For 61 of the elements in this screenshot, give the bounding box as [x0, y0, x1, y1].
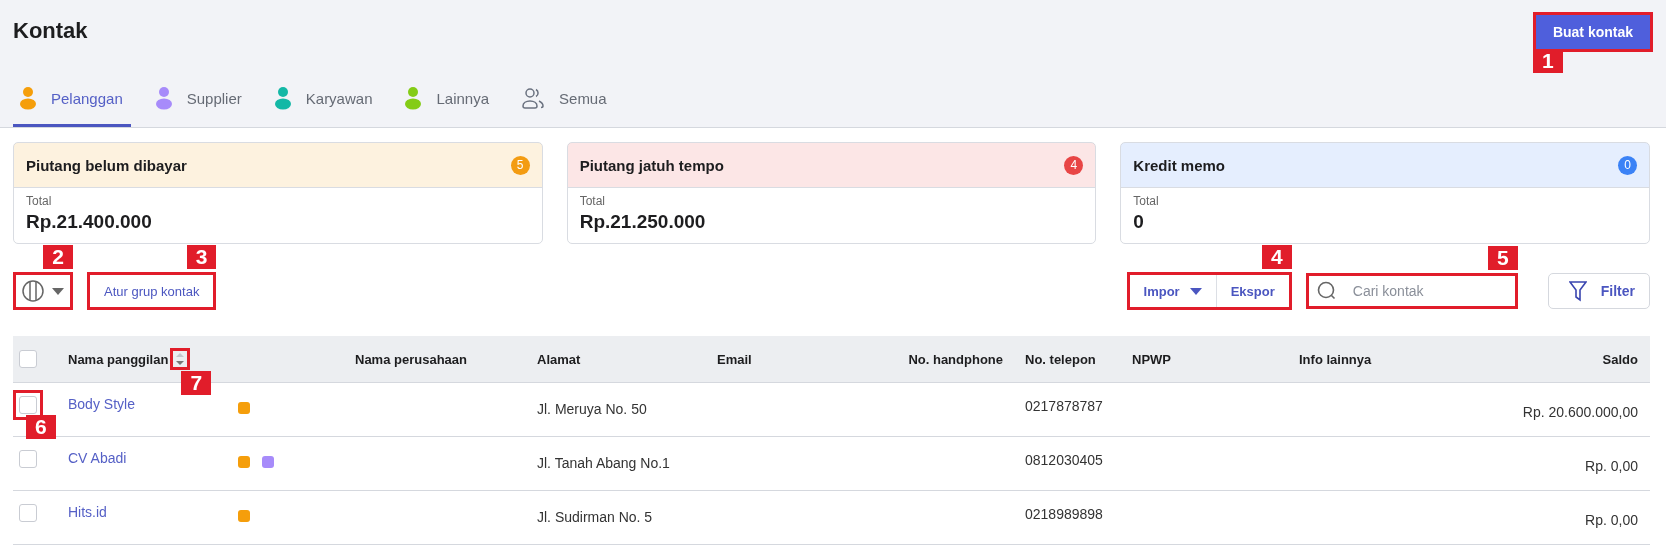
column-header: No. telepon [1024, 351, 1097, 367]
column-header: NPWP [1131, 351, 1172, 367]
callout-number: 5 [1488, 246, 1518, 270]
caret-icon [1189, 287, 1202, 295]
person-icon [154, 86, 173, 110]
callout-number: 3 [186, 245, 217, 269]
create-contact-button[interactable]: Buat kontak [1535, 15, 1650, 49]
column-header: Email [716, 351, 753, 367]
contact-type-tab[interactable]: Karyawan [267, 76, 381, 127]
funnel-icon [1568, 280, 1587, 302]
card-label: Total [26, 194, 53, 208]
callout-number: 2 [43, 245, 73, 269]
page-title: Kontak [13, 18, 88, 44]
card-label: Total [1133, 194, 1160, 208]
phone-cell-text: 0218989898 [1024, 506, 1104, 522]
person-icon [273, 86, 292, 110]
phone-cell-text: 0812030405 [1024, 452, 1104, 468]
contact-type-tab[interactable]: Semua [515, 76, 615, 127]
balance-cell-text: Rp. 20.600.000,00 [1522, 404, 1639, 420]
caret-icon [52, 287, 64, 295]
contact-name-link[interactable]: Hits.id [68, 504, 107, 520]
callout-number: 7 [181, 371, 212, 395]
callout-number: 4 [1262, 245, 1292, 269]
search-icon [1316, 281, 1337, 301]
row-checkbox[interactable] [19, 396, 37, 414]
column-header: Alamat [536, 351, 582, 367]
column-header: Nama perusahaan [354, 351, 468, 367]
person-icon [404, 86, 423, 110]
card-title: Piutang jatuh tempo [579, 156, 724, 174]
contact-type-tab[interactable]: Lainnya [398, 76, 498, 127]
card-label: Total [579, 194, 606, 208]
card-title: Piutang belum dibayar [26, 156, 187, 174]
row-checkbox[interactable] [19, 504, 37, 522]
balance-cell-text: Rp. 0,00 [1585, 458, 1639, 474]
address-cell-text: Jl. Tanah Abang No.1 [536, 455, 671, 471]
callout-number: 6 [26, 415, 56, 439]
people-icon [521, 86, 546, 110]
card-amount: Rp.21.250.000 [579, 211, 707, 233]
contact-name-link[interactable]: Body Style [68, 396, 135, 412]
card-amount: 0 [1133, 211, 1145, 233]
phone-cell-text: 0217878787 [1024, 398, 1104, 414]
count-badge: 5 [510, 155, 530, 175]
card-title: Kredit memo [1133, 156, 1225, 174]
balance-cell-text: Rp. 0,00 [1585, 512, 1639, 528]
card-amount: Rp.21.400.000 [26, 211, 153, 233]
columns-icon [22, 280, 44, 302]
person-icon [19, 86, 37, 110]
address-cell-text: Jl. Sudirman No. 5 [536, 509, 654, 525]
contact-name-link[interactable]: CV Abadi [68, 450, 127, 466]
count-badge: 0 [1618, 155, 1637, 175]
select-all-checkbox[interactable] [19, 350, 37, 368]
contact-type-tab[interactable]: Supplier [148, 76, 250, 127]
contact-type-tab[interactable]: Pelanggan [13, 76, 131, 127]
callout-number: 1 [1532, 49, 1563, 73]
address-cell-text: Jl. Meruya No. 50 [536, 401, 648, 417]
column-header: No. handphone [908, 351, 1004, 367]
filter-button[interactable]: Filter [1547, 273, 1650, 309]
row-checkbox[interactable] [19, 450, 37, 468]
count-badge: 4 [1064, 155, 1084, 175]
column-header: Info lainnya [1298, 351, 1373, 367]
column-header: Saldo [1602, 351, 1639, 367]
